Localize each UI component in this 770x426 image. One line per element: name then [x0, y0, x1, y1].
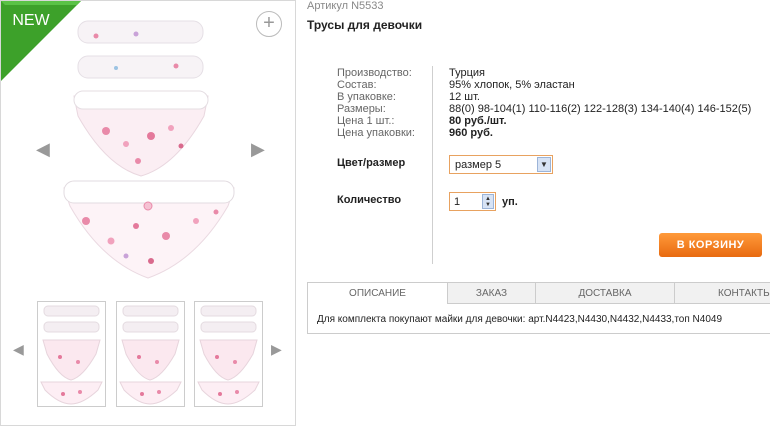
divider — [432, 66, 433, 264]
quantity-value: 1 — [454, 196, 461, 208]
tab-order[interactable]: ЗАКАЗ — [448, 283, 536, 304]
color-size-select[interactable]: размер 5 ▼ — [449, 155, 553, 174]
tab-description[interactable]: ОПИСАНИЕ — [307, 283, 448, 304]
color-size-label: Цвет/размер — [337, 157, 406, 169]
quantity-unit: уп. — [502, 196, 518, 208]
new-badge: NEW — [1, 1, 81, 81]
product-main-image[interactable] — [56, 16, 241, 286]
article-number: Артикул N5533 — [307, 0, 384, 12]
spec-value-sizes: 88(0) 98-104(1) 110-116(2) 122-128(3) 13… — [449, 103, 752, 115]
spec-value-origin: Турция — [449, 67, 485, 79]
thumbs-prev-icon[interactable]: ◀ — [13, 341, 24, 358]
tab-panel-description: Для комплекта покупают майки для девочки… — [307, 304, 770, 334]
spec-label-pack: В упаковке: — [337, 91, 396, 103]
spec-value-pack-price: 960 руб. — [449, 127, 493, 139]
spec-label-pack-price: Цена упаковки: — [337, 127, 415, 139]
tab-bar: ОПИСАНИЕ ЗАКАЗ ДОСТАВКА КОНТАКТЫ — [307, 282, 770, 304]
thumbnail-2[interactable] — [116, 301, 185, 407]
spec-label-sizes: Размеры: — [337, 103, 386, 115]
page-title: Трусы для девочки — [307, 18, 423, 32]
zoom-icon[interactable]: + — [256, 11, 282, 37]
spec-value-unit-price: 80 руб./шт. — [449, 115, 507, 127]
spec-label-origin: Производство: — [337, 67, 412, 79]
chevron-right-icon[interactable]: ▶ — [251, 139, 265, 160]
chevron-left-icon[interactable]: ◀ — [36, 139, 50, 160]
spec-value-composition: 95% хлопок, 5% эластан — [449, 79, 575, 91]
spec-value-pack: 12 шт. — [449, 91, 480, 103]
thumbnail-3[interactable] — [194, 301, 263, 407]
tab-contacts[interactable]: КОНТАКТЫ — [675, 283, 770, 304]
spinner-icon[interactable]: ▲ ▼ — [482, 194, 494, 209]
color-size-value: размер 5 — [455, 159, 502, 171]
add-to-cart-button[interactable]: В КОРЗИНУ — [659, 233, 762, 257]
description-text: Для комплекта покупают майки для девочки… — [317, 314, 723, 325]
thumbs-next-icon[interactable]: ▶ — [271, 341, 282, 358]
quantity-stepper[interactable]: 1 ▲ ▼ — [449, 192, 496, 211]
new-badge-text: NEW — [12, 12, 50, 29]
thumbnail-1[interactable] — [37, 301, 106, 407]
product-gallery: NEW + ◀ ▶ ◀ ▶ — [0, 0, 296, 426]
tab-delivery[interactable]: ДОСТАВКА — [536, 283, 675, 304]
chevron-down-icon[interactable]: ▼ — [537, 157, 551, 172]
spec-label-unit-price: Цена 1 шт.: — [337, 115, 395, 127]
quantity-label: Количество — [337, 194, 402, 206]
spec-label-composition: Состав: — [337, 79, 377, 91]
